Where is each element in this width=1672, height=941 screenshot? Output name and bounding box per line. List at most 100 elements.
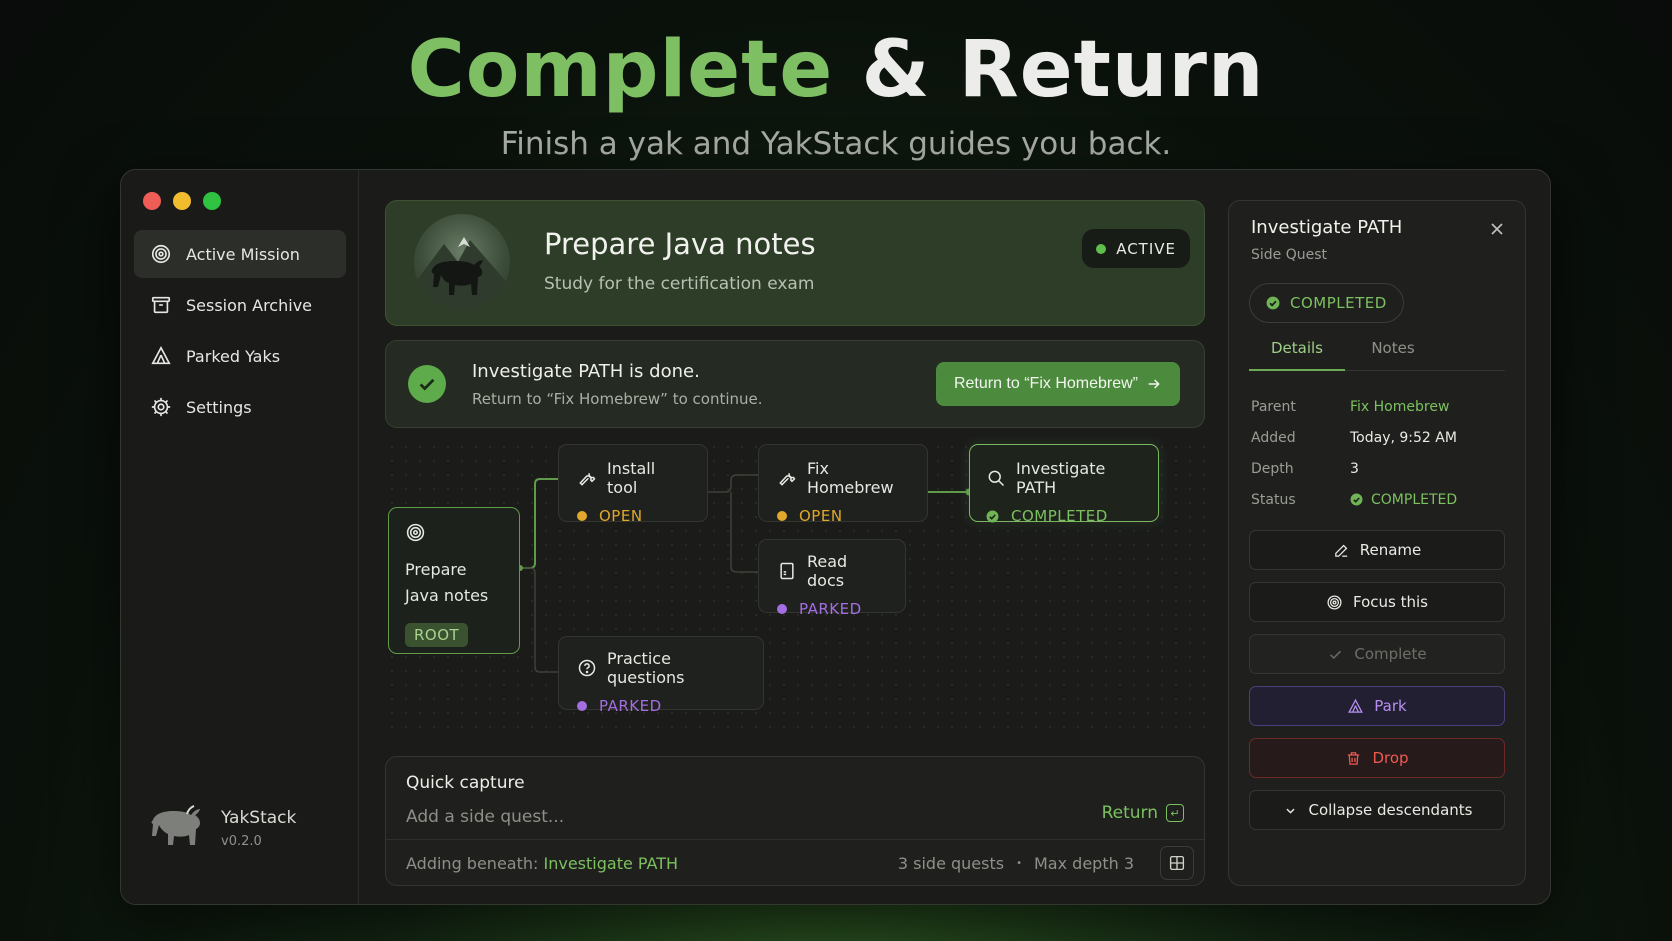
app-window: Active Mission Session Archive Parked Ya… <box>120 169 1551 905</box>
hero: Complete & Return Finish a yak and YakSt… <box>0 24 1672 162</box>
node-title-row: Read docs <box>777 552 887 590</box>
complete-button: Complete <box>1249 634 1505 674</box>
parent-link[interactable]: Fix Homebrew <box>1350 399 1449 415</box>
sidebar-item-label: Parked Yaks <box>186 346 281 366</box>
node-title-row: Install tool <box>577 459 689 497</box>
check-circle-icon <box>1266 296 1280 310</box>
root-title-line1: Prepare <box>405 560 467 579</box>
wrench-icon <box>579 473 596 486</box>
check-circle-icon <box>1350 493 1363 506</box>
node-status: PARKED <box>777 600 887 618</box>
node-title-row: Investigate PATH <box>986 459 1142 497</box>
field-key: Parent <box>1251 398 1296 415</box>
chevron-down-icon <box>1285 808 1295 814</box>
enter-key-icon: ↵ <box>1166 804 1184 822</box>
tent-icon <box>151 345 171 365</box>
hero-subtitle: Finish a yak and YakStack guides you bac… <box>500 126 1172 162</box>
sidebar-item-session-archive[interactable]: Session Archive <box>134 281 346 329</box>
node-title: Install tool <box>607 459 656 497</box>
window-controls <box>143 192 221 210</box>
drop-label: Drop <box>1372 749 1409 767</box>
hero-title-highlight: Complete <box>407 25 834 115</box>
field-depth: Depth 3 <box>1251 453 1511 484</box>
rename-button[interactable]: Rename <box>1249 530 1505 570</box>
target-icon <box>151 244 171 264</box>
graph-node-read-docs[interactable]: Read docs PARKED <box>758 539 906 618</box>
node-title: Practice questions <box>607 649 685 687</box>
node-title-row: Fix Homebrew <box>777 459 909 497</box>
mission-status-badge: ACTIVE <box>1082 229 1190 268</box>
yak-mountain-icon <box>414 237 510 310</box>
return-to-parent-button[interactable]: Return to “Fix Homebrew” <box>935 362 1180 406</box>
tab-details[interactable]: Details <box>1249 339 1345 371</box>
park-label: Park <box>1374 697 1407 715</box>
field-status: Status COMPLETED <box>1251 484 1511 515</box>
capture-return-label: Return <box>1101 803 1158 823</box>
field-added: Added Today, 9:52 AM <box>1251 422 1511 453</box>
check-circle-icon <box>986 510 999 522</box>
detail-fields: Parent Fix Homebrew Added Today, 9:52 AM… <box>1251 391 1511 515</box>
detail-panel: Investigate PATH Side Quest COMPLETED De… <box>1228 200 1526 886</box>
trash-icon <box>1348 751 1360 765</box>
status-dot <box>577 701 587 711</box>
mission-avatar <box>414 214 510 310</box>
sidebar-item-parked-yaks[interactable]: Parked Yaks <box>134 332 346 380</box>
detail-type: Side Quest <box>1251 247 1328 263</box>
gear-icon <box>151 397 171 417</box>
capture-stats: 3 side quests • Max depth 3 <box>898 854 1134 873</box>
sidebar-item-settings[interactable]: Settings <box>134 383 346 431</box>
park-button[interactable]: Park <box>1249 686 1505 726</box>
layout-toggle-button[interactable] <box>1160 846 1194 880</box>
focus-label: Focus this <box>1353 593 1428 611</box>
field-value: 3 <box>1350 460 1359 477</box>
collapse-descendants-button[interactable]: Collapse descendants <box>1249 790 1505 830</box>
graph-node-practice-questions[interactable]: Practice questions PARKED <box>558 636 764 715</box>
graph-node-investigate-path[interactable]: Investigate PATH COMPLETED <box>969 444 1159 525</box>
tab-notes[interactable]: Notes <box>1345 339 1441 370</box>
root-node-title: Prepare Java notes <box>405 557 503 609</box>
root-badge: ROOT <box>405 623 469 647</box>
sidebar: Active Mission Session Archive Parked Ya… <box>121 170 359 904</box>
target-icon <box>1327 594 1342 610</box>
sidebar-item-label: Settings <box>186 397 252 417</box>
check-circle-icon <box>408 365 446 403</box>
graph-node-root[interactable]: Prepare Java notes ROOT <box>388 507 520 654</box>
field-parent: Parent Fix Homebrew <box>1251 391 1511 422</box>
node-status-label: COMPLETED <box>1011 507 1108 525</box>
sidebar-item-label: Active Mission <box>186 244 300 264</box>
side-quest-count: 3 side quests <box>897 854 1005 873</box>
sidebar-item-active-mission[interactable]: Active Mission <box>134 230 346 278</box>
node-status: PARKED <box>577 697 745 715</box>
node-status-label: OPEN <box>799 507 843 525</box>
graph-node-install-tool[interactable]: Install tool OPEN <box>558 444 708 525</box>
close-window-button[interactable] <box>143 192 161 210</box>
field-key: Added <box>1251 429 1296 446</box>
adding-prefix: Adding beneath: <box>406 854 539 873</box>
focus-button[interactable]: Focus this <box>1249 582 1505 622</box>
rename-label: Rename <box>1359 541 1422 559</box>
minimize-window-button[interactable] <box>173 192 191 210</box>
yak-logo-icon <box>151 805 200 845</box>
root-title-line2: Java notes <box>405 586 489 605</box>
field-key: Depth <box>1251 460 1294 477</box>
status-dot <box>1096 243 1107 254</box>
graph-node-fix-homebrew[interactable]: Fix Homebrew OPEN <box>758 444 928 525</box>
question-icon <box>578 659 596 677</box>
close-icon[interactable] <box>1487 219 1507 239</box>
node-title-row: Practice questions <box>577 649 745 687</box>
detail-status-badge: COMPLETED <box>1249 283 1404 323</box>
detail-status-label: COMPLETED <box>1290 294 1387 312</box>
drop-button[interactable]: Drop <box>1249 738 1505 778</box>
collapse-label: Collapse descendants <box>1308 801 1473 819</box>
capture-return-button[interactable]: Return ↵ <box>1102 803 1184 823</box>
side-quest-input[interactable] <box>406 803 1066 831</box>
hero-title-rest: & Return <box>861 25 1265 115</box>
maximize-window-button[interactable] <box>203 192 221 210</box>
mission-card: Prepare Java notes Study for the certifi… <box>385 200 1205 326</box>
sidebar-nav: Active Mission Session Archive Parked Ya… <box>134 230 346 434</box>
brand-name: YakStack <box>221 807 297 828</box>
field-value: COMPLETED <box>1350 492 1457 508</box>
quick-capture-title: Quick capture <box>406 773 525 793</box>
hero-title: Complete & Return <box>0 24 1672 116</box>
node-title: Fix Homebrew <box>807 459 894 497</box>
